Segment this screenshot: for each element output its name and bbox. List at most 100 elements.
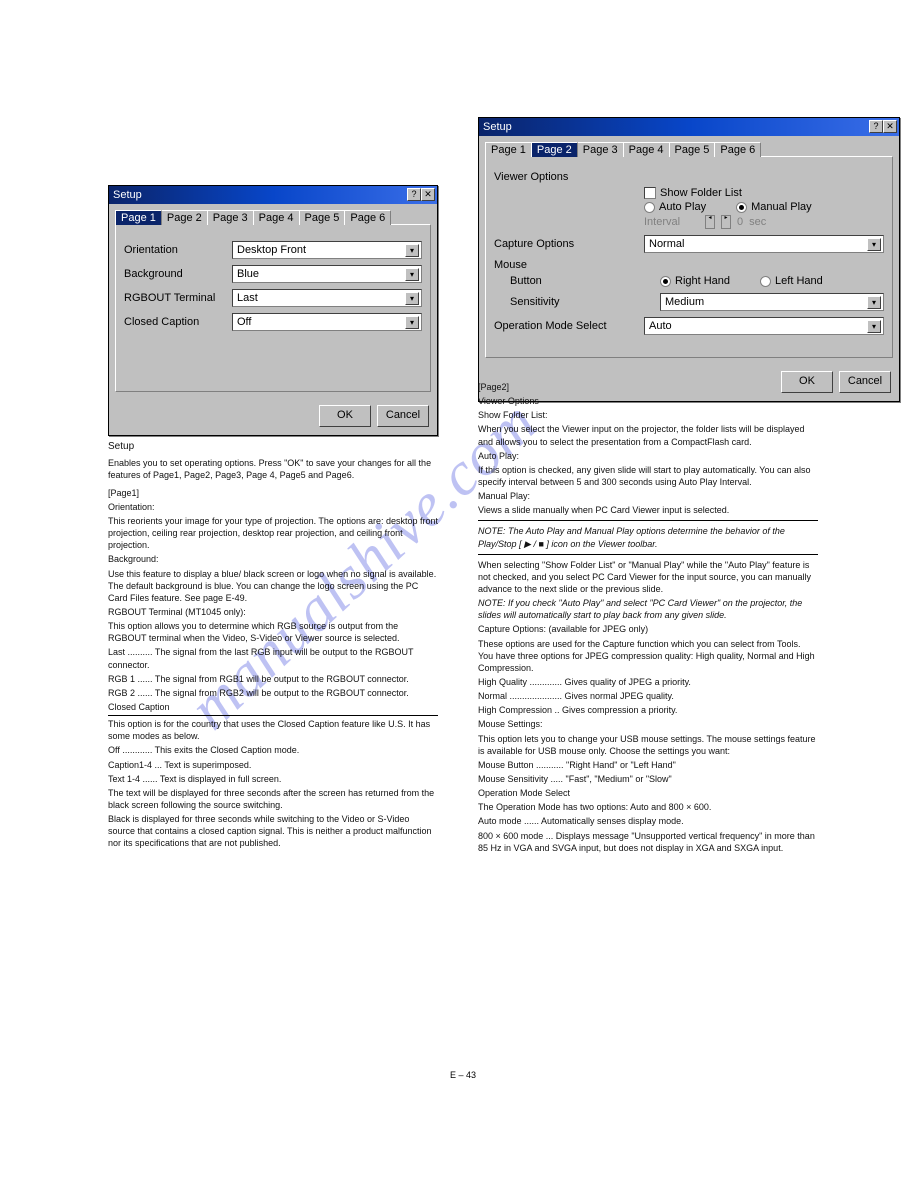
- right-hand-radio[interactable]: [660, 276, 671, 287]
- manual-play-label: Manual Play: [751, 201, 812, 213]
- tabstrip: Page 1 Page 2 Page 3 Page 4 Page 5 Page …: [115, 210, 431, 225]
- background-label: Background: [124, 268, 232, 280]
- manual-p: Views a slide manually when PC Card View…: [478, 504, 818, 516]
- tabpanel: Viewer Options Show Folder List Auto Pla…: [485, 156, 893, 358]
- close-icon[interactable]: ✕: [421, 188, 435, 201]
- opmode-auto: Auto mode ...... Automatically senses di…: [478, 815, 818, 827]
- rgbout-rgb1: RGB 1 ...... The signal from RGB1 will b…: [108, 673, 438, 685]
- chevron-down-icon[interactable]: ▾: [867, 296, 881, 309]
- rgbout-rgb2: RGB 2 ...... The signal from RGB2 will b…: [108, 687, 438, 699]
- show-folder-h: Show Folder List:: [478, 409, 818, 421]
- interval-spinner-down[interactable]: ◂: [705, 215, 715, 229]
- caption-txt: Text 1-4 ...... Text is displayed in ful…: [108, 773, 438, 785]
- capture-n: Normal ..................... Gives norma…: [478, 690, 818, 702]
- interval-label: Interval: [644, 216, 699, 228]
- orientation-label: Orientation: [124, 244, 232, 256]
- background-value: Blue: [237, 268, 259, 280]
- orientation-combo[interactable]: Desktop Front ▾: [232, 241, 422, 259]
- tabpanel: Orientation Desktop Front ▾ Background B…: [115, 224, 431, 392]
- rgbout-combo[interactable]: Last ▾: [232, 289, 422, 307]
- opmode-label: Operation Mode Select: [494, 320, 644, 332]
- auto-play-label: Auto Play: [659, 201, 706, 213]
- auto-play-radio[interactable]: [644, 202, 655, 213]
- setup-dialog-page2: Setup ? ✕ Page 1 Page 2 Page 3 Page 4 Pa…: [478, 117, 900, 402]
- note2: NOTE: If you check "Auto Play" and selec…: [478, 598, 802, 620]
- chevron-down-icon[interactable]: ▾: [405, 244, 419, 257]
- cancel-button[interactable]: Cancel: [839, 371, 891, 393]
- orientation-p: This reorients your image for your type …: [108, 515, 438, 551]
- titlebar: Setup ? ✕: [479, 118, 899, 136]
- tab-page5[interactable]: Page 5: [299, 210, 346, 225]
- auto-h: Auto Play:: [478, 450, 818, 462]
- opmode-value: Auto: [649, 320, 672, 332]
- sensitivity-value: Medium: [665, 296, 704, 308]
- tab-page1[interactable]: Page 1: [115, 210, 162, 225]
- caption-off: Off ............ This exits the Closed C…: [108, 744, 438, 756]
- setup-heading: Setup: [108, 440, 438, 454]
- left-hand-radio[interactable]: [760, 276, 771, 287]
- chevron-down-icon[interactable]: ▾: [867, 320, 881, 333]
- chevron-down-icon[interactable]: ▾: [405, 268, 419, 281]
- capture-h: Capture Options: (available for JPEG onl…: [478, 623, 818, 635]
- page2-heading: [Page2]: [478, 381, 818, 393]
- orientation-value: Desktop Front: [237, 244, 306, 256]
- ok-button[interactable]: OK: [319, 405, 371, 427]
- chevron-down-icon[interactable]: ▾: [405, 292, 419, 305]
- help-icon[interactable]: ?: [869, 120, 883, 133]
- rgbout-h: RGBOUT Terminal (MT1045 only):: [108, 606, 438, 618]
- capture-hq: High Quality ............. Gives quality…: [478, 676, 818, 688]
- left-text-column: Setup Enables you to set operating optio…: [108, 438, 438, 852]
- right-hand-label: Right Hand: [675, 275, 730, 287]
- mouse-p: This option lets you to change your USB …: [478, 733, 818, 757]
- interval-spinner-up[interactable]: ▸: [721, 215, 731, 229]
- caption-p2: The text will be displayed for three sec…: [108, 787, 438, 811]
- setup-dialog-page1: Setup ? ✕ Page 1 Page 2 Page 3 Page 4 Pa…: [108, 185, 438, 436]
- titlebar: Setup ? ✕: [109, 186, 437, 204]
- background-combo[interactable]: Blue ▾: [232, 265, 422, 283]
- caption-value: Off: [237, 316, 251, 328]
- help-icon[interactable]: ?: [407, 188, 421, 201]
- tab-page3[interactable]: Page 3: [577, 142, 624, 157]
- sensitivity-combo[interactable]: Medium ▾: [660, 293, 884, 311]
- capture-p: These options are used for the Capture f…: [478, 638, 818, 674]
- tab-page1[interactable]: Page 1: [485, 142, 532, 157]
- auto-p: If this option is checked, any given sli…: [478, 464, 818, 488]
- capture-value: Normal: [649, 238, 684, 250]
- caption-combo[interactable]: Off ▾: [232, 313, 422, 331]
- caption-h: Closed Caption: [108, 701, 438, 716]
- opmode-combo[interactable]: Auto ▾: [644, 317, 884, 335]
- mouse-btn: Mouse Button ........... "Right Hand" or…: [478, 759, 818, 771]
- show-folder-p: When you select the Viewer input on the …: [478, 423, 818, 447]
- close-icon[interactable]: ✕: [883, 120, 897, 133]
- opmode-h: Operation Mode Select: [478, 787, 818, 799]
- tab-page2[interactable]: Page 2: [531, 142, 578, 157]
- rgbout-last: Last .......... The signal from the last…: [108, 646, 438, 670]
- opmode-p: The Operation Mode has two options: Auto…: [478, 801, 818, 813]
- dialog-title: Setup: [483, 118, 512, 136]
- capture-combo[interactable]: Normal ▾: [644, 235, 884, 253]
- tab-page5[interactable]: Page 5: [669, 142, 716, 157]
- tab-page3[interactable]: Page 3: [207, 210, 254, 225]
- chevron-down-icon[interactable]: ▾: [867, 238, 881, 251]
- tab-page4[interactable]: Page 4: [253, 210, 300, 225]
- tab-page2[interactable]: Page 2: [161, 210, 208, 225]
- sensitivity-label: Sensitivity: [494, 296, 660, 308]
- rgbout-label: RGBOUT Terminal: [124, 292, 232, 304]
- show-folder-label: Show Folder List: [660, 187, 742, 199]
- cancel-button[interactable]: Cancel: [377, 405, 429, 427]
- tab-page4[interactable]: Page 4: [623, 142, 670, 157]
- rgbout-value: Last: [237, 292, 258, 304]
- capture-hc: High Compression .. Gives compression a …: [478, 704, 818, 716]
- mouse-label: Mouse: [494, 259, 884, 271]
- caption-label: Closed Caption: [124, 316, 232, 328]
- show-folder-checkbox[interactable]: [644, 187, 656, 199]
- chevron-down-icon[interactable]: ▾: [405, 316, 419, 329]
- tab-page6[interactable]: Page 6: [714, 142, 761, 157]
- capture-options-label: Capture Options: [494, 238, 644, 250]
- manual-play-radio[interactable]: [736, 202, 747, 213]
- page-number: E – 43: [450, 1070, 476, 1080]
- mouse-sens: Mouse Sensitivity ..... "Fast", "Medium"…: [478, 773, 818, 785]
- tab-page6[interactable]: Page 6: [344, 210, 391, 225]
- left-hand-label: Left Hand: [775, 275, 823, 287]
- dialog-title: Setup: [113, 186, 142, 204]
